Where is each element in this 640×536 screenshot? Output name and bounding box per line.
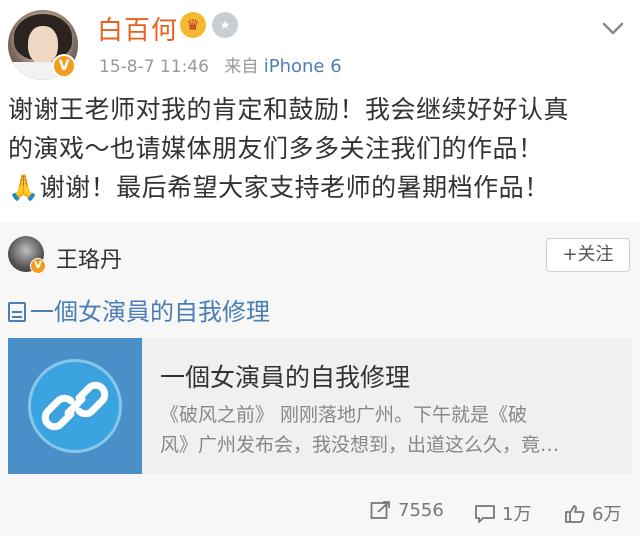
post-text-line: 的演戏～也请媒体朋友们多多关注我们的作品！ <box>8 134 544 163</box>
post-date: 15-8-7 11:46 <box>99 57 209 77</box>
post-body: 谢谢王老师对我的肯定和鼓励！我会继续好好认真 的演戏～也请媒体朋友们多多关注我们… <box>8 90 632 207</box>
comment-button[interactable]: 1万 <box>474 500 531 526</box>
crown-icon[interactable]: ♛ <box>180 12 206 38</box>
chevron-down-icon[interactable] <box>598 14 628 44</box>
article-desc-line: 风》广州发布会，我没想到，出道这么久，竟… <box>160 434 560 456</box>
document-icon <box>8 302 26 322</box>
medal-icon[interactable]: ★ <box>212 12 238 38</box>
source-device[interactable]: iPhone 6 <box>264 56 342 77</box>
post-text-line: 谢谢王老师对我的肯定和鼓励！我会继续好好认真 <box>8 95 570 124</box>
like-count: 6万 <box>592 504 622 525</box>
post-header: V 白百何 ♛ ★ 15-8-7 11:46 来自 iPhone 6 <box>0 0 640 86</box>
repost-button[interactable]: 7556 <box>370 500 444 521</box>
article-link-text[interactable]: 一個女演員的自我修理 <box>30 298 270 326</box>
verified-badge-icon: V <box>30 258 46 274</box>
follow-button[interactable]: +关注 <box>546 238 630 272</box>
article-card[interactable]: 一個女演員的自我修理 《破风之前》 刚刚落地广州。下午就是《破 风》广州发布会，… <box>8 338 632 474</box>
comment-icon <box>475 505 495 523</box>
repost-icon <box>370 501 390 519</box>
post-text-line: 🙏谢谢！最后希望大家支持老师的暑期档作品！ <box>8 173 550 202</box>
repost-count: 7556 <box>398 500 444 521</box>
verified-badge-icon: V <box>52 54 76 78</box>
link-icon <box>28 359 122 453</box>
action-bar: 7556 1万 6万 <box>0 488 640 536</box>
thumbs-up-icon <box>565 505 585 523</box>
article-desc-line: 《破风之前》 刚刚落地广州。下午就是《破 <box>160 404 528 426</box>
post-meta: 15-8-7 11:46 来自 iPhone 6 <box>99 52 342 77</box>
repost-author-name[interactable]: 王珞丹 <box>56 242 122 274</box>
comment-count: 1万 <box>502 504 532 525</box>
article-link[interactable]: 一個女演員的自我修理 <box>8 292 270 327</box>
like-button[interactable]: 6万 <box>564 500 621 526</box>
article-thumbnail <box>8 338 142 474</box>
source-prefix: 来自 <box>224 57 259 77</box>
article-description: 《破风之前》 刚刚落地广州。下午就是《破 风》广州发布会，我没想到，出道这么久，… <box>160 400 600 460</box>
article-title[interactable]: 一個女演員的自我修理 <box>160 358 410 394</box>
username[interactable]: 白百何 <box>97 10 178 47</box>
